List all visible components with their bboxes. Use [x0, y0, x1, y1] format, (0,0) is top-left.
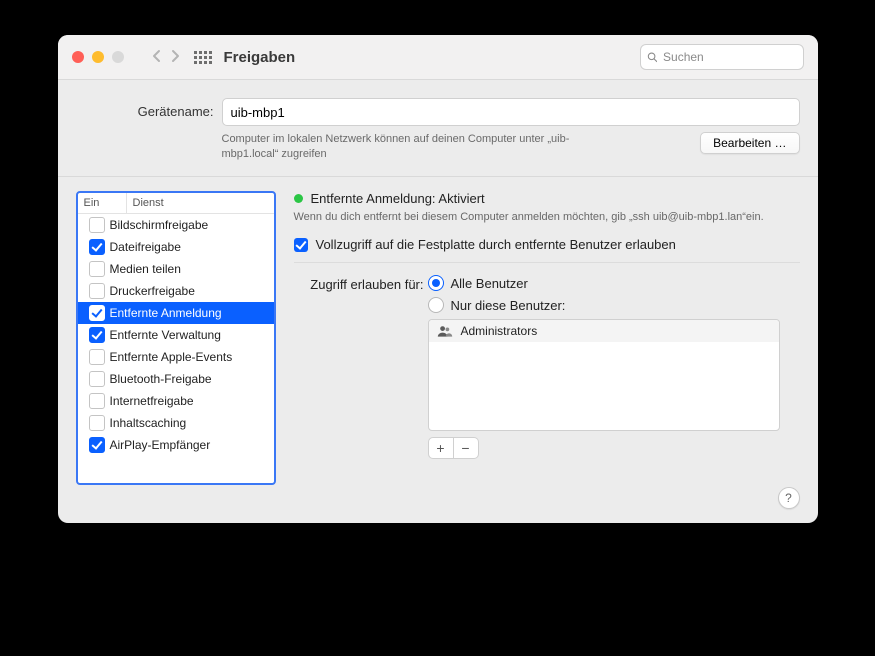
service-checkbox[interactable] [84, 371, 110, 387]
service-label: AirPlay-Empfänger [110, 438, 211, 452]
service-label: Bluetooth-Freigabe [110, 372, 212, 386]
service-label: Medien teilen [110, 262, 181, 276]
titlebar: Freigaben [58, 35, 818, 80]
services-header: Ein Dienst [78, 193, 274, 214]
service-row[interactable]: Bildschirmfreigabe [78, 214, 274, 236]
forward-button[interactable] [168, 48, 182, 67]
checkbox-icon [294, 238, 308, 252]
full-disk-access-checkbox[interactable]: Vollzugriff auf die Festplatte durch ent… [294, 237, 800, 252]
detail-divider [294, 262, 800, 263]
services-header-service: Dienst [127, 193, 274, 213]
service-row[interactable]: Bluetooth-Freigabe [78, 368, 274, 390]
service-checkbox[interactable] [84, 327, 110, 343]
service-row[interactable]: Inhaltscaching [78, 412, 274, 434]
service-label: Inhaltscaching [110, 416, 187, 430]
service-label: Entfernte Verwaltung [110, 328, 221, 342]
access-allow-label: Zugriff erlauben für: [294, 275, 428, 292]
service-row[interactable]: Medien teilen [78, 258, 274, 280]
service-label: Internetfreigabe [110, 394, 194, 408]
show-all-button[interactable] [194, 51, 212, 64]
service-row[interactable]: Entfernte Apple-Events [78, 346, 274, 368]
service-row[interactable]: Internetfreigabe [78, 390, 274, 412]
service-row[interactable]: Entfernte Anmeldung [78, 302, 274, 324]
window-close-button[interactable] [72, 51, 84, 63]
service-checkbox[interactable] [84, 305, 110, 321]
services-header-on: Ein [78, 193, 127, 213]
search-field[interactable] [640, 44, 804, 70]
service-row[interactable]: Druckerfreigabe [78, 280, 274, 302]
service-label: Entfernte Apple-Events [110, 350, 233, 364]
sharing-lower: Ein Dienst Bildschirmfreigabe Dateifreiga… [58, 177, 818, 523]
user-list-controls: + − [428, 437, 800, 459]
remove-user-button[interactable]: − [454, 437, 479, 459]
service-row[interactable]: AirPlay-Empfänger [78, 434, 274, 456]
service-label: Dateifreigabe [110, 240, 181, 254]
service-checkbox[interactable] [84, 283, 110, 299]
users-group-icon [437, 325, 453, 337]
users-list-row[interactable]: Administrators [429, 320, 779, 342]
edit-hostname-button[interactable]: Bearbeiten … [700, 132, 799, 154]
radio-all-users[interactable]: Alle Benutzer [428, 275, 800, 291]
device-name-label: Gerätename: [76, 98, 214, 162]
service-detail: Entfernte Anmeldung: Aktiviert Wenn du d… [294, 191, 800, 501]
service-checkbox[interactable] [84, 393, 110, 409]
device-name-section: Gerätename: Computer im lokalen Netzwerk… [58, 80, 818, 176]
status-indicator-icon [294, 194, 303, 203]
service-label: Entfernte Anmeldung [110, 306, 222, 320]
users-list[interactable]: Administrators [428, 319, 780, 431]
service-checkbox[interactable] [84, 437, 110, 453]
service-row[interactable]: Entfernte Verwaltung [78, 324, 274, 346]
back-button[interactable] [150, 48, 164, 67]
radio-only-users[interactable]: Nur diese Benutzer: [428, 297, 800, 313]
service-checkbox[interactable] [84, 349, 110, 365]
help-button[interactable]: ? [778, 487, 800, 509]
service-row[interactable]: Dateifreigabe [78, 236, 274, 258]
service-checkbox[interactable] [84, 217, 110, 233]
service-checkbox[interactable] [84, 415, 110, 431]
users-list-row-label: Administrators [461, 324, 538, 338]
radio-icon [428, 275, 444, 291]
service-checkbox[interactable] [84, 239, 110, 255]
search-icon [647, 51, 658, 63]
service-label: Bildschirmfreigabe [110, 218, 209, 232]
full-disk-access-label: Vollzugriff auf die Festplatte durch ent… [316, 237, 676, 252]
service-checkbox[interactable] [84, 261, 110, 277]
search-input[interactable] [661, 49, 796, 65]
radio-icon [428, 297, 444, 313]
services-list[interactable]: Ein Dienst Bildschirmfreigabe Dateifreiga… [76, 191, 276, 485]
add-user-button[interactable]: + [428, 437, 454, 459]
pane-title: Freigaben [224, 49, 296, 66]
window-zoom-button[interactable] [112, 51, 124, 63]
status-text: Entfernte Anmeldung: Aktiviert [311, 191, 485, 206]
device-name-input[interactable] [222, 98, 800, 126]
service-label: Druckerfreigabe [110, 284, 195, 298]
radio-only-label: Nur diese Benutzer: [451, 298, 566, 313]
ssh-instruction: Wenn du dich entfernt bei diesem Compute… [294, 210, 800, 225]
window-minimize-button[interactable] [92, 51, 104, 63]
radio-all-label: Alle Benutzer [451, 276, 528, 291]
device-name-help: Computer im lokalen Netzwerk können auf … [222, 132, 622, 162]
preferences-window: Freigaben Gerätename: Computer im lokale… [58, 35, 818, 523]
